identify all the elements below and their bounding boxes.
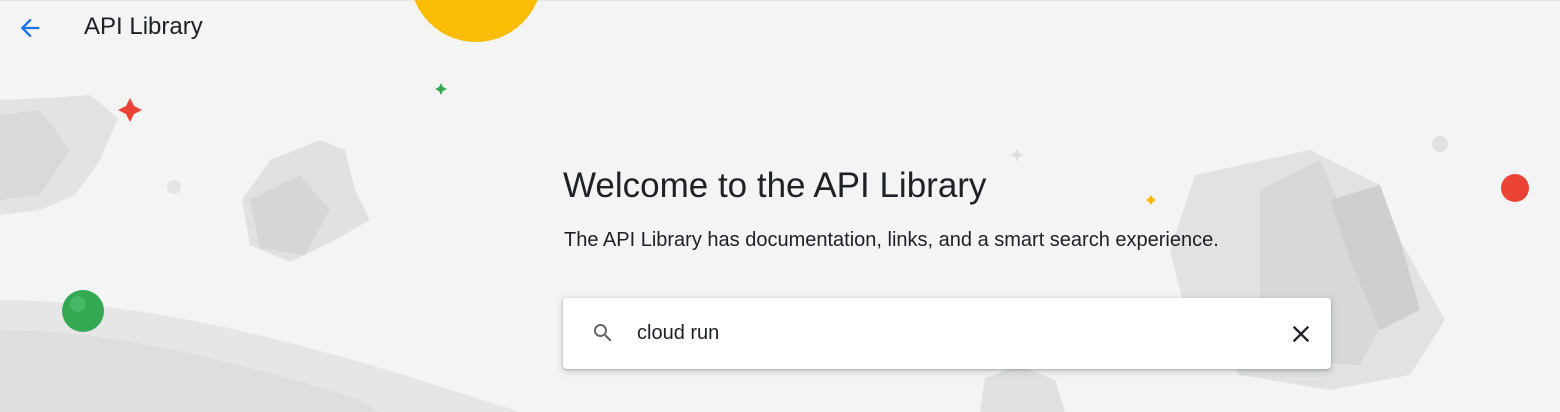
welcome-heading: Welcome to the API Library (563, 166, 987, 205)
close-icon (1292, 325, 1310, 343)
search-input[interactable] (637, 318, 1257, 348)
app-header: API Library (0, 0, 1560, 56)
clear-search-button[interactable] (1285, 318, 1317, 350)
back-button[interactable] (10, 8, 50, 48)
search-icon (594, 324, 612, 342)
search-box (563, 298, 1331, 369)
page-title: API Library (84, 13, 203, 40)
arrow-back-icon (20, 18, 40, 38)
welcome-subtitle: The API Library has documentation, links… (564, 229, 1219, 251)
